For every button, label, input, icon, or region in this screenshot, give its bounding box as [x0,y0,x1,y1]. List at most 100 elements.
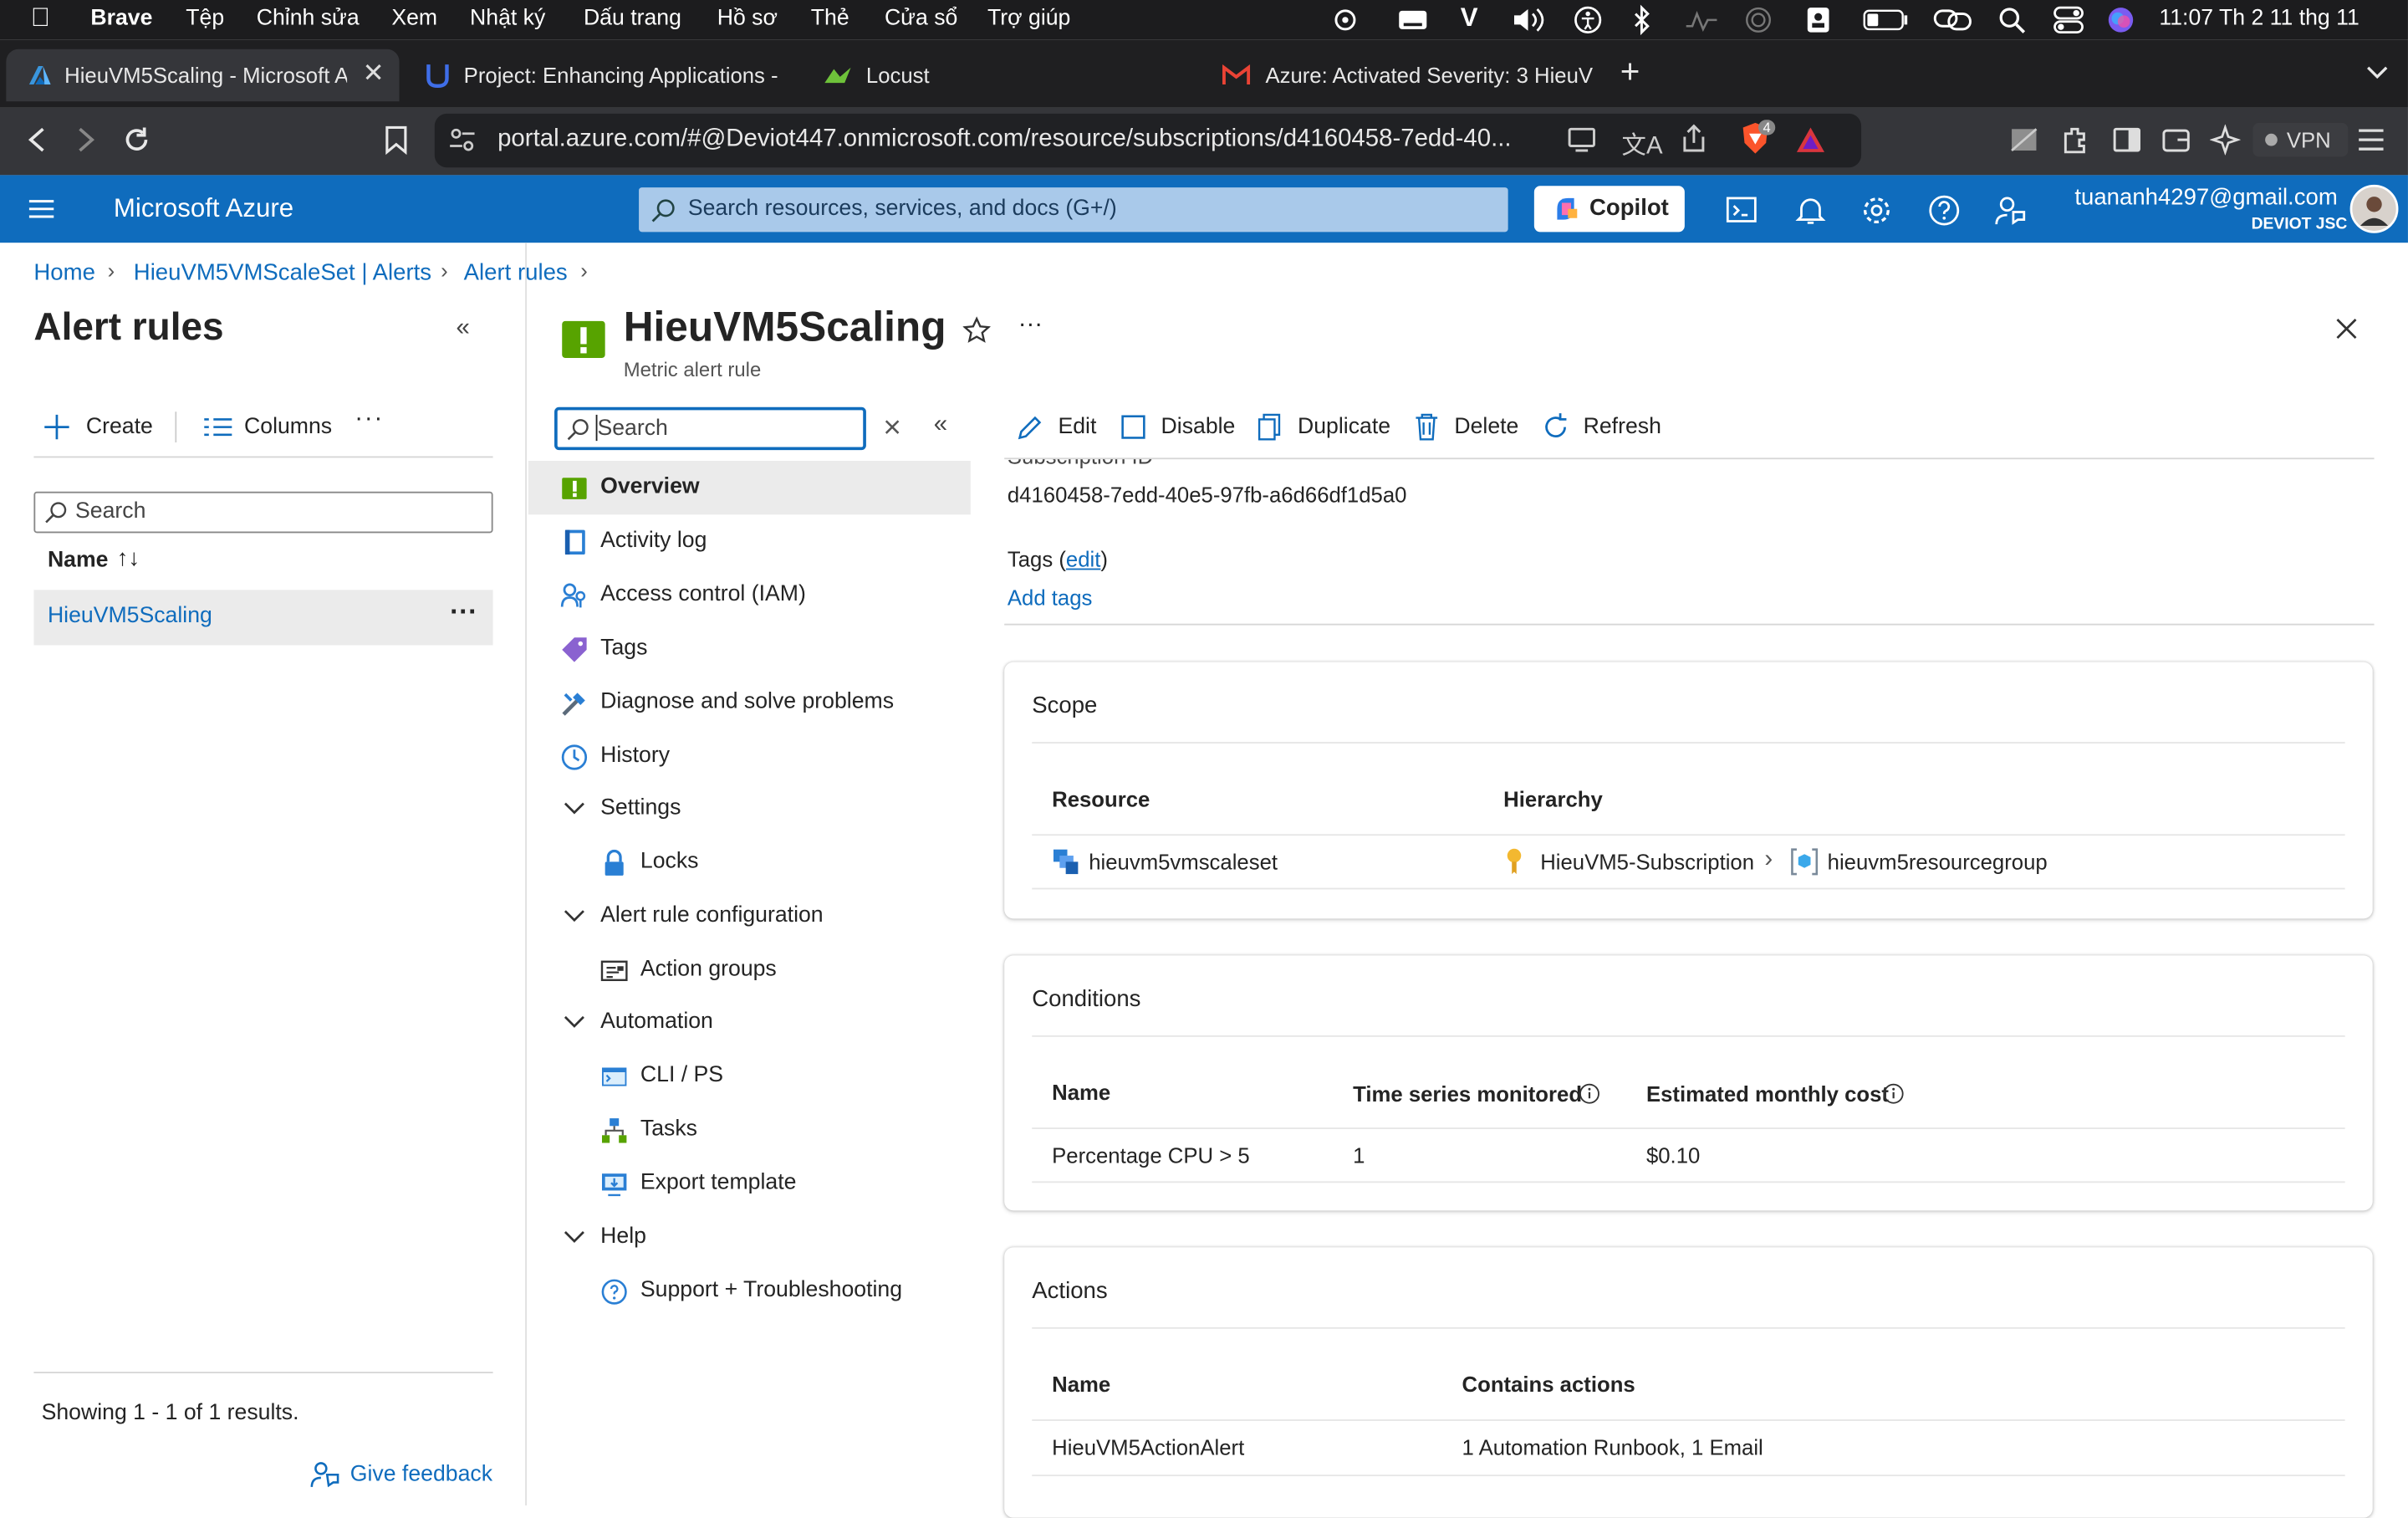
menubar-item-view[interactable]: Xem [391,6,437,30]
menubar-item-tabs[interactable]: Thẻ [811,6,849,30]
breadcrumb-alert-rules[interactable]: Alert rules [464,259,568,285]
menubar-item-edit[interactable]: Chỉnh sửa [257,6,360,30]
nav-diagnose[interactable]: Diagnose and solve problems [528,676,971,729]
menu-icon[interactable] [2357,127,2385,151]
menubar-app-name[interactable]: Brave [90,6,152,30]
menubar-item-history[interactable]: Nhật ký [470,6,545,30]
scope-resource-group-name[interactable]: hieuvm5resourcegroup [1828,850,2048,874]
site-settings-icon[interactable] [448,127,476,151]
nav-action-groups[interactable]: Action groups [528,943,971,997]
info-icon[interactable] [1579,1083,1600,1105]
help-question-icon[interactable] [1927,193,1961,227]
resource-more-options-icon[interactable]: ··· [1018,312,1043,340]
account-email[interactable]: tuananh4297@gmail.com [2074,184,2337,210]
add-tags-link[interactable]: Add tags [1008,585,1093,610]
tab-project-enhancing[interactable]: Project: Enhancing Applications - [411,49,795,101]
control-center-icon[interactable] [2053,6,2084,33]
translate-icon[interactable]: 文A [1622,125,1663,161]
edit-button[interactable]: Edit [1015,411,1107,445]
settings-gear-icon[interactable] [1860,193,1893,227]
portal-menu-icon[interactable] [28,198,55,220]
menubar-clock[interactable]: 11:07 Th 2 11 thg 11 [2159,6,2359,30]
tab-gmail-azure-alert[interactable]: Azure: Activated Severity: 3 HieuV [1207,49,1600,101]
info-icon[interactable] [1883,1083,1905,1105]
scope-resource-name[interactable]: hieuvm5vmscaleset [1089,850,1278,874]
feedback-icon[interactable] [309,1459,339,1490]
extensions-icon[interactable] [2059,125,2090,156]
reload-icon[interactable] [121,125,152,156]
menubar-item-bookmarks[interactable]: Dấu trang [584,6,681,30]
menubar-item-window[interactable]: Cửa sổ [885,6,957,30]
collapse-menu-icon[interactable]: « [934,411,947,439]
nav-overview[interactable]: Overview [528,461,971,515]
accessibility-icon[interactable] [1574,6,1602,33]
forward-icon[interactable] [74,126,98,154]
condition-name[interactable]: Percentage CPU > 5 [1052,1143,1250,1168]
airdrop-icon[interactable] [1744,6,1772,33]
nav-group-automation[interactable]: Automation [528,995,971,1049]
volume-icon[interactable] [1511,8,1544,32]
tags-edit-link[interactable]: edit [1066,547,1100,571]
menubar-item-profiles[interactable]: Hồ sơ [717,6,778,30]
vivaldi-icon[interactable]: V [1461,3,1478,34]
menu-search-input[interactable]: Search [554,406,866,451]
create-button[interactable]: Create [43,410,166,447]
nav-export-template[interactable]: Export template [528,1157,971,1210]
breadcrumb-home[interactable]: Home [33,259,94,285]
tab-locust[interactable]: Locust [808,49,1191,101]
url-text[interactable]: portal.azure.com/#@Deviot447.onmicrosoft… [497,126,1511,154]
refresh-button[interactable]: Refresh [1540,411,1663,445]
breadcrumb-scaleset-alerts[interactable]: HieuVM5VMScaleSet | Alerts [134,259,431,285]
more-options-icon[interactable]: ··· [355,406,384,433]
back-icon[interactable] [24,126,48,154]
cast-icon[interactable] [1566,126,1597,154]
nav-activity-log[interactable]: Activity log [528,514,971,568]
activity-icon[interactable] [1685,8,1718,33]
azure-brand[interactable]: Microsoft Azure [114,193,293,224]
nav-cli-ps[interactable]: CLI / PS [528,1049,971,1102]
copilot-button[interactable]: Copilot [1533,186,1685,233]
menubar-item-file[interactable]: Tệp [186,6,224,30]
disable-button[interactable]: Disable [1118,411,1241,445]
nav-tags[interactable]: Tags [528,622,971,676]
scope-subscription-name[interactable]: HieuVM5-Subscription [1540,850,1754,874]
close-blade-icon[interactable] [2334,316,2359,340]
columns-button[interactable]: Columns [202,410,340,447]
avatar[interactable] [2349,184,2399,233]
bookmark-icon[interactable] [384,125,408,156]
delete-button[interactable]: Delete [1411,411,1519,445]
sidebar-toggle-icon[interactable] [2111,126,2142,154]
tab-hieuvm5scaling[interactable]: HieuVM5Scaling - Microsoft A ✕ [6,49,400,102]
nav-history[interactable]: History [528,729,971,783]
keyboard-icon[interactable] [1397,9,1428,31]
spotlight-search-icon[interactable] [1998,6,2026,33]
apple-icon[interactable]:  [31,3,50,34]
sort-arrows-icon[interactable]: ↑↓ [117,545,140,571]
favorite-star-icon[interactable] [962,316,991,344]
bluetooth-icon[interactable] [1631,4,1653,36]
siri-icon[interactable] [2107,6,2135,33]
list-search-input[interactable]: Search [33,491,493,534]
tab-list-chevron-icon[interactable] [2365,64,2390,79]
nav-group-settings[interactable]: Settings [528,782,971,836]
collapse-panel-icon[interactable]: « [456,315,469,343]
alert-rule-name-link[interactable]: HieuVM5Scaling [48,604,212,628]
action-group-name[interactable]: HieuVM5ActionAlert [1052,1434,1244,1459]
nav-group-help[interactable]: Help [528,1210,971,1264]
screen-mirroring-icon[interactable] [1933,8,1973,32]
cloud-shell-icon[interactable] [1725,193,1758,227]
new-tab-icon[interactable]: + [1620,52,1640,92]
brave-rewards-icon[interactable] [1795,126,1826,154]
contact-card-icon[interactable] [1806,6,1830,33]
notifications-bell-icon[interactable] [1793,193,1827,227]
menubar-item-help[interactable]: Trợ giúp [987,6,1070,30]
extension-puzzle-grey-icon[interactable] [2008,126,2039,154]
nav-access-control[interactable]: Access control (IAM) [528,569,971,622]
feedback-person-icon[interactable] [1993,193,2027,227]
nav-locks[interactable]: Locks [528,836,971,889]
give-feedback-link[interactable]: Give feedback [350,1463,492,1487]
nav-tasks[interactable]: Tasks [528,1103,971,1157]
clear-search-icon[interactable] [883,418,901,437]
row-more-options-icon[interactable]: ··· [450,596,477,629]
close-tab-icon[interactable]: ✕ [362,59,384,89]
